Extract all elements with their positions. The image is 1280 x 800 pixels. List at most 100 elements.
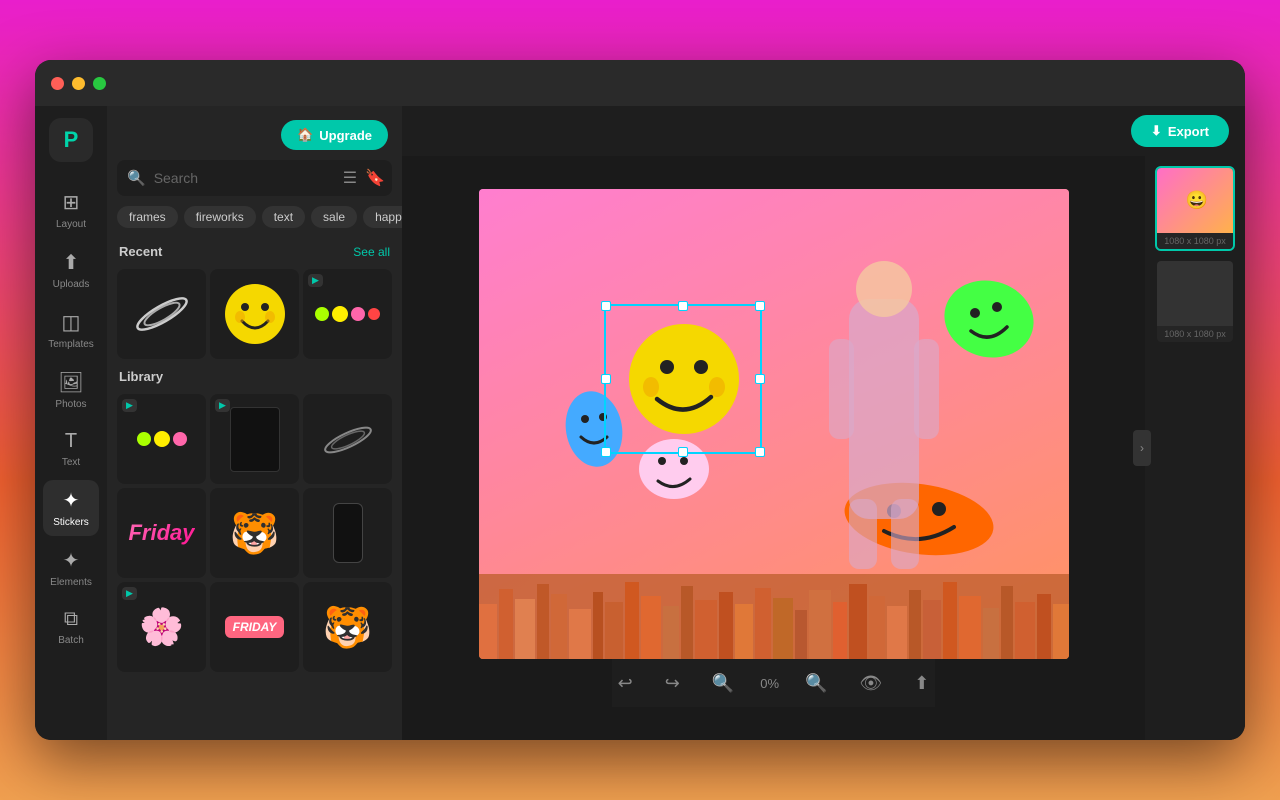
thumbnail-blank-2 bbox=[1157, 261, 1235, 326]
filter-icon[interactable]: ☰ bbox=[343, 168, 357, 188]
friday-text-label: Friday bbox=[128, 520, 194, 546]
canvas-main: ↩ ↪ 🔍 0% 🔍 👁 ⬆ › 😀 bbox=[402, 156, 1245, 740]
sidebar-item-photos[interactable]: 🖼 Photos bbox=[43, 362, 99, 418]
thumbnail-smiley: 😀 bbox=[1186, 190, 1208, 211]
text-icon: T bbox=[65, 430, 77, 453]
panel-scroll[interactable]: Recent See all bbox=[107, 238, 402, 740]
sticker-saturn[interactable] bbox=[303, 394, 392, 484]
tiger2-emoji: 🐯 bbox=[323, 604, 373, 651]
sticker-flower-crown[interactable]: ▶ 🌸 bbox=[117, 582, 206, 672]
sidebar-item-text[interactable]: T Text bbox=[43, 422, 99, 476]
search-icon: 🔍 bbox=[127, 169, 146, 187]
app-body: P ⊞ Layout ⬆ Uploads ◫ Templates 🖼 Photo… bbox=[35, 106, 1245, 740]
zoom-in-button[interactable]: 🔍 bbox=[799, 667, 833, 700]
logo-area[interactable]: P bbox=[49, 118, 93, 162]
sidebar-label-templates: Templates bbox=[48, 339, 94, 350]
tag-text[interactable]: text bbox=[262, 206, 305, 228]
swirl-svg bbox=[127, 279, 197, 349]
skyline-svg bbox=[479, 574, 1069, 659]
recent-sticker-grid: ▶ bbox=[107, 265, 402, 363]
person-placeholder bbox=[789, 249, 979, 579]
selected-smiley-svg bbox=[609, 309, 759, 449]
zoom-out-button[interactable]: 🔍 bbox=[706, 667, 740, 700]
share-button[interactable]: ⬆ bbox=[908, 667, 935, 700]
sidebar-label-elements: Elements bbox=[50, 577, 92, 588]
bookmark-icon[interactable]: 🔖 bbox=[365, 168, 385, 188]
traffic-light-fullscreen[interactable] bbox=[93, 77, 106, 90]
collapse-arrow[interactable]: › bbox=[1133, 430, 1151, 466]
view-button[interactable]: 👁 bbox=[853, 667, 888, 700]
traffic-light-close[interactable] bbox=[51, 77, 64, 90]
sticker-yellow-smiley[interactable] bbox=[210, 269, 299, 359]
canvas-workspace[interactable]: ↩ ↪ 🔍 0% 🔍 👁 ⬆ bbox=[402, 156, 1145, 740]
icon-sidebar: P ⊞ Layout ⬆ Uploads ◫ Templates 🖼 Photo… bbox=[35, 106, 107, 740]
stickers-panel: 🏠 Upgrade 🔍 ☰ 🔖 frames fireworks text sa… bbox=[107, 106, 402, 740]
panel-header: 🏠 Upgrade bbox=[107, 106, 402, 160]
sidebar-label-photos: Photos bbox=[55, 399, 86, 410]
upgrade-icon: 🏠 bbox=[297, 127, 313, 143]
flower-crown-emoji: 🌸 bbox=[139, 606, 184, 648]
canvas-frame[interactable] bbox=[479, 189, 1069, 659]
uploads-icon: ⬆ bbox=[63, 250, 80, 275]
sticker-dark-phone[interactable] bbox=[303, 488, 392, 578]
sticker-colored-balls[interactable]: ▶ bbox=[303, 269, 392, 359]
stickers-icon: ✦ bbox=[63, 488, 80, 513]
sticker-friday-text[interactable]: Friday bbox=[117, 488, 206, 578]
export-button[interactable]: ⬇ Export bbox=[1131, 115, 1229, 147]
search-input[interactable] bbox=[154, 160, 335, 196]
thumbnail-card-2[interactable]: 1080 x 1080 px bbox=[1155, 259, 1235, 344]
canvas-top-bar: ⬇ Export bbox=[402, 106, 1245, 156]
thumbnail-preview-1: 😀 bbox=[1157, 168, 1235, 233]
library-sticker-grid: ▶ ▶ bbox=[107, 390, 402, 676]
tag-fireworks[interactable]: fireworks bbox=[184, 206, 256, 228]
sticker-dark-card[interactable]: ▶ bbox=[210, 394, 299, 484]
export-label: Export bbox=[1168, 124, 1209, 139]
thumbnail-card-1[interactable]: 😀 1080 x 1080 px bbox=[1155, 166, 1235, 251]
upgrade-button[interactable]: 🏠 Upgrade bbox=[281, 120, 388, 150]
tag-sale[interactable]: sale bbox=[311, 206, 357, 228]
app-logo: P bbox=[64, 127, 79, 153]
sticker-colored-balls-2[interactable]: ▶ bbox=[117, 394, 206, 484]
yellow-smiley-svg bbox=[220, 279, 290, 349]
sidebar-item-templates[interactable]: ◫ Templates bbox=[43, 302, 99, 358]
sidebar-label-uploads: Uploads bbox=[53, 279, 90, 290]
person-svg bbox=[794, 259, 974, 579]
titlebar bbox=[35, 60, 1245, 106]
sticker-tiger2[interactable]: 🐯 bbox=[303, 582, 392, 672]
tiger-emoji: 🐯 bbox=[230, 510, 280, 557]
see-all-button[interactable]: See all bbox=[353, 245, 390, 259]
browser-window: P ⊞ Layout ⬆ Uploads ◫ Templates 🖼 Photo… bbox=[35, 60, 1245, 740]
selected-smiley-container[interactable] bbox=[609, 309, 759, 454]
sidebar-item-layout[interactable]: ⊞ Layout bbox=[43, 182, 99, 238]
tag-frames[interactable]: frames bbox=[117, 206, 178, 228]
search-bar: 🔍 ☰ 🔖 bbox=[117, 160, 392, 196]
library-section-header: Library bbox=[107, 363, 402, 390]
recent-title: Recent bbox=[119, 244, 162, 259]
recent-section-header: Recent See all bbox=[107, 238, 402, 265]
sticker-friday-sign[interactable]: FRIDAY bbox=[210, 582, 299, 672]
templates-icon: ◫ bbox=[62, 310, 81, 335]
tags-row: frames fireworks text sale happ bbox=[107, 206, 402, 238]
sticker-swirl[interactable] bbox=[117, 269, 206, 359]
zoom-value: 0% bbox=[760, 676, 779, 691]
tag-happ[interactable]: happ bbox=[363, 206, 402, 228]
sidebar-item-uploads[interactable]: ⬆ Uploads bbox=[43, 242, 99, 298]
sidebar-label-layout: Layout bbox=[56, 219, 86, 230]
sidebar-item-elements[interactable]: ✦ Elements bbox=[43, 540, 99, 596]
traffic-light-minimize[interactable] bbox=[72, 77, 85, 90]
canvas-background bbox=[479, 189, 1069, 659]
traffic-lights bbox=[51, 77, 106, 90]
undo-button[interactable]: ↩ bbox=[612, 667, 639, 700]
sidebar-label-text: Text bbox=[62, 457, 80, 468]
thumbnail-panel: › 😀 1080 x 1080 px 1080 x 1080 px bbox=[1145, 156, 1245, 740]
elements-icon: ✦ bbox=[63, 548, 80, 573]
video-badge-4: ▶ bbox=[122, 587, 137, 600]
redo-button[interactable]: ↪ bbox=[659, 667, 686, 700]
sidebar-item-batch[interactable]: ⧉ Batch bbox=[43, 600, 99, 654]
sticker-tiger[interactable]: 🐯 bbox=[210, 488, 299, 578]
video-badge: ▶ bbox=[308, 274, 323, 287]
export-icon: ⬇ bbox=[1151, 123, 1162, 139]
city-skyline bbox=[479, 574, 1069, 659]
thumbnail-size-label: 1080 x 1080 px bbox=[1157, 233, 1233, 249]
sidebar-item-stickers[interactable]: ✦ Stickers bbox=[43, 480, 99, 536]
